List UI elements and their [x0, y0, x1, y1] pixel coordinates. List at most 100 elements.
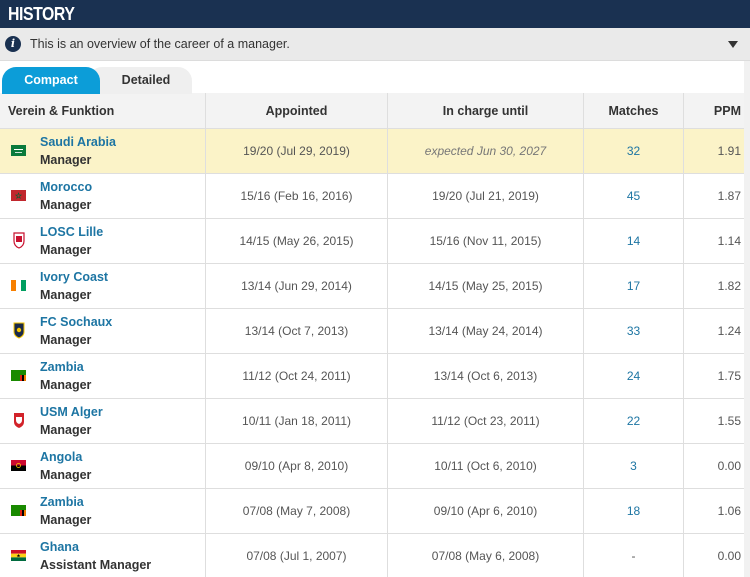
appointed-cell: 13/14 (Oct 7, 2013) [206, 309, 388, 353]
until-cell: 07/08 (May 6, 2008) [388, 534, 584, 577]
role-label: Manager [40, 153, 92, 167]
column-header-until[interactable]: In charge until [388, 93, 584, 128]
matches-link[interactable]: 24 [627, 369, 640, 383]
matches-link[interactable]: 3 [630, 459, 637, 473]
role-label: Assistant Manager [40, 558, 152, 572]
ppm-cell: 1.24 [717, 324, 741, 338]
club-link[interactable]: USM Alger [40, 405, 103, 419]
matches-cell: - [584, 534, 684, 577]
page-header: HISTORY [0, 0, 750, 28]
club-cell: LOSC Lille Manager [0, 219, 206, 263]
appointed-cell: 13/14 (Jun 29, 2014) [206, 264, 388, 308]
club-link[interactable]: Saudi Arabia [40, 135, 116, 149]
info-text: This is an overview of the career of a m… [30, 37, 290, 51]
matches-cell: 17 [584, 264, 684, 308]
club-link[interactable]: LOSC Lille [40, 225, 103, 239]
club-link[interactable]: Ghana [40, 540, 79, 554]
table-row: Saudi Arabia Manager 19/20 (Jul 29, 2019… [0, 129, 750, 174]
until-cell: 14/15 (May 25, 2015) [388, 264, 584, 308]
matches-link[interactable]: 14 [627, 234, 640, 248]
appointed-cell: 07/08 (May 7, 2008) [206, 489, 388, 533]
role-label: Manager [40, 378, 92, 392]
matches-cell: 32 [584, 129, 684, 173]
ppm-cell: 1.82 [717, 279, 741, 293]
club-link[interactable]: Zambia [40, 360, 84, 374]
club-cell: Ivory Coast Manager [0, 264, 206, 308]
appointed-cell: 10/11 (Jan 18, 2011) [206, 399, 388, 443]
table-header-row: Verein & Funktion Appointed In charge un… [0, 93, 750, 129]
matches-cell: 14 [584, 219, 684, 263]
until-cell: 13/14 (Oct 6, 2013) [388, 354, 584, 398]
ppm-cell: 1.06 [717, 504, 741, 518]
club-link[interactable]: Angola [40, 450, 82, 464]
club-link[interactable]: FC Sochaux [40, 315, 112, 329]
chevron-down-icon[interactable] [728, 41, 738, 48]
appointed-cell: 09/10 (Apr 8, 2010) [206, 444, 388, 488]
role-label: Manager [40, 468, 92, 482]
club-cell: Angola Manager [0, 444, 206, 488]
table-row: Zambia Manager 11/12 (Oct 24, 2011) 13/1… [0, 354, 750, 399]
column-header-matches[interactable]: Matches [584, 93, 684, 128]
table-row: LOSC Lille Manager 14/15 (May 26, 2015) … [0, 219, 750, 264]
matches-link[interactable]: 17 [627, 279, 640, 293]
tab-detailed[interactable]: Detailed [88, 67, 192, 94]
ppm-cell: 1.87 [717, 189, 741, 203]
matches-cell: 24 [584, 354, 684, 398]
club-link[interactable]: Ivory Coast [40, 270, 108, 284]
info-icon: i [5, 36, 21, 52]
role-label: Manager [40, 243, 92, 257]
club-cell: Ghana Assistant Manager [0, 534, 206, 577]
until-cell: 15/16 (Nov 11, 2015) [388, 219, 584, 263]
table-row: Ghana Assistant Manager 07/08 (Jul 1, 20… [0, 534, 750, 577]
until-cell: 13/14 (May 24, 2014) [388, 309, 584, 353]
appointed-cell: 07/08 (Jul 1, 2007) [206, 534, 388, 577]
matches-link: - [631, 549, 636, 563]
matches-link[interactable]: 45 [627, 189, 640, 203]
until-cell: expected Jun 30, 2027 [388, 129, 584, 173]
role-label: Manager [40, 513, 92, 527]
column-header-appointed[interactable]: Appointed [206, 93, 388, 128]
tab-compact[interactable]: Compact [2, 67, 100, 94]
club-link[interactable]: Morocco [40, 180, 92, 194]
matches-link[interactable]: 18 [627, 504, 640, 518]
appointed-cell: 19/20 (Jul 29, 2019) [206, 129, 388, 173]
table-row: USM Alger Manager 10/11 (Jan 18, 2011) 1… [0, 399, 750, 444]
club-cell: FC Sochaux Manager [0, 309, 206, 353]
ppm-cell: 1.55 [717, 414, 741, 428]
role-label: Manager [40, 198, 92, 212]
table-row: Ivory Coast Manager 13/14 (Jun 29, 2014)… [0, 264, 750, 309]
matches-link[interactable]: 32 [627, 144, 640, 158]
ppm-cell: 1.91 [717, 144, 741, 158]
page-title: HISTORY [8, 4, 75, 24]
matches-cell: 3 [584, 444, 684, 488]
table-row: Zambia Manager 07/08 (May 7, 2008) 09/10… [0, 489, 750, 534]
role-label: Manager [40, 423, 92, 437]
appointed-cell: 15/16 (Feb 16, 2016) [206, 174, 388, 218]
column-header-ppm[interactable]: PPM [684, 93, 750, 128]
scrollbar[interactable] [744, 61, 750, 577]
club-cell: Zambia Manager [0, 489, 206, 533]
matches-link[interactable]: 22 [627, 414, 640, 428]
club-cell: USM Alger Manager [0, 399, 206, 443]
table-row: Angola Manager 09/10 (Apr 8, 2010) 10/11… [0, 444, 750, 489]
until-cell: 10/11 (Oct 6, 2010) [388, 444, 584, 488]
table-row: Morocco Manager 15/16 (Feb 16, 2016) 19/… [0, 174, 750, 219]
table-row: FC Sochaux Manager 13/14 (Oct 7, 2013) 1… [0, 309, 750, 354]
club-link[interactable]: Zambia [40, 495, 84, 509]
club-cell: Morocco Manager [0, 174, 206, 218]
appointed-cell: 11/12 (Oct 24, 2011) [206, 354, 388, 398]
until-cell: 19/20 (Jul 21, 2019) [388, 174, 584, 218]
matches-cell: 45 [584, 174, 684, 218]
info-bar[interactable]: i This is an overview of the career of a… [0, 28, 750, 61]
role-label: Manager [40, 333, 92, 347]
role-label: Manager [40, 288, 92, 302]
matches-link[interactable]: 33 [627, 324, 640, 338]
column-header-club[interactable]: Verein & Funktion [0, 93, 206, 128]
appointed-cell: 14/15 (May 26, 2015) [206, 219, 388, 263]
ppm-cell: 0.00 [717, 459, 741, 473]
matches-cell: 33 [584, 309, 684, 353]
club-cell: Zambia Manager [0, 354, 206, 398]
matches-cell: 18 [584, 489, 684, 533]
ppm-cell: 0.00 [717, 549, 741, 563]
until-cell: 09/10 (Apr 6, 2010) [388, 489, 584, 533]
